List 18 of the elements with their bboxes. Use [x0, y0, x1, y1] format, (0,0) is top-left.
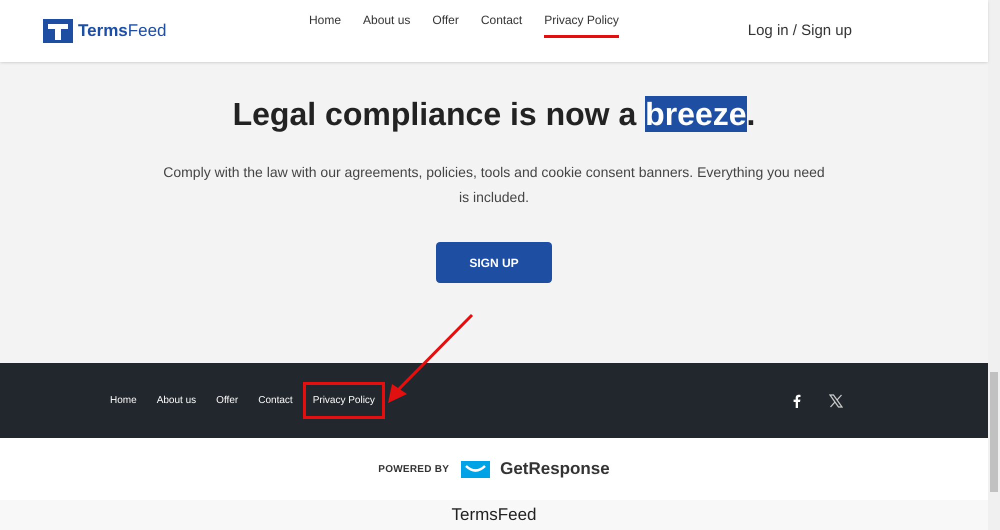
nav-link[interactable]: Offer: [432, 10, 459, 38]
footer-link[interactable]: Offer: [206, 382, 248, 419]
footer-link[interactable]: About us: [146, 382, 206, 419]
nav-link[interactable]: Privacy Policy: [544, 10, 619, 38]
caption: TermsFeed: [451, 504, 537, 526]
brand-name: GetResponse: [500, 458, 610, 480]
nav-link[interactable]: About us: [363, 10, 410, 38]
footer-link[interactable]: Contact: [248, 382, 303, 419]
powered-by-label: POWERED BY: [378, 462, 450, 476]
sign-up-button[interactable]: SIGN UP: [436, 242, 552, 283]
nav-link[interactable]: Contact: [480, 10, 522, 38]
footer-link[interactable]: Home: [107, 382, 147, 419]
footer-link[interactable]: Privacy Policy: [302, 382, 385, 419]
hero-heading: Legal compliance is now a breeze.: [232, 95, 756, 134]
login-link[interactable]: Log in / Sign up: [748, 20, 852, 42]
nav-link[interactable]: Home: [309, 10, 342, 38]
logo-text: TermsFeed: [78, 20, 167, 42]
hero-text: Comply with the law with our agreements, policies, tools and cookie consent banners. Everything you need is included.: [162, 163, 826, 207]
